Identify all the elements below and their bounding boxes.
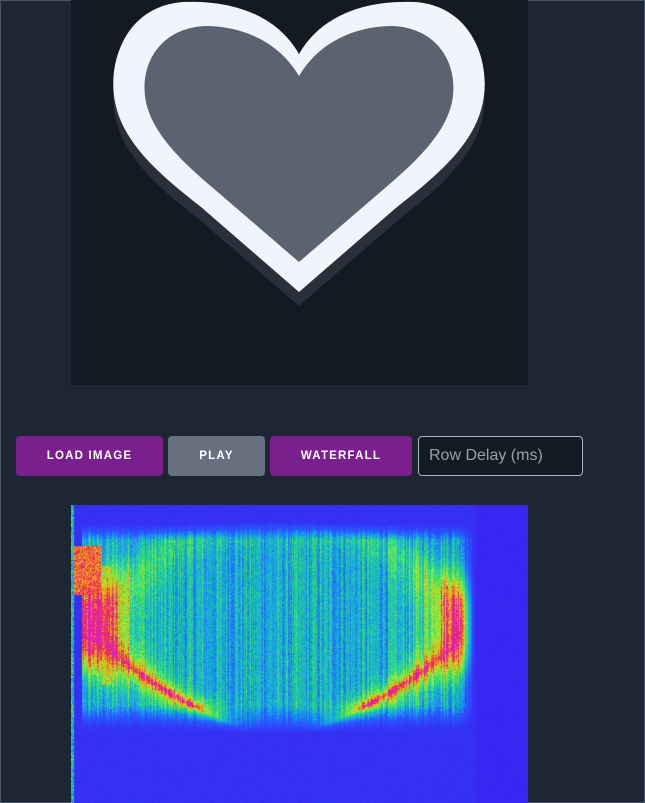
load-image-button[interactable]: LOAD IMAGE	[16, 436, 163, 476]
spectrogram-canvas	[71, 505, 528, 803]
waterfall-button[interactable]: WATERFALL	[270, 436, 412, 476]
spectrogram-waterfall	[71, 505, 528, 803]
play-button[interactable]: PLAY	[168, 436, 265, 476]
heart-icon	[71, 0, 528, 385]
image-preview	[71, 0, 528, 385]
controls-bar: LOAD IMAGE PLAY WATERFALL	[16, 435, 583, 477]
row-delay-input[interactable]	[418, 436, 583, 476]
